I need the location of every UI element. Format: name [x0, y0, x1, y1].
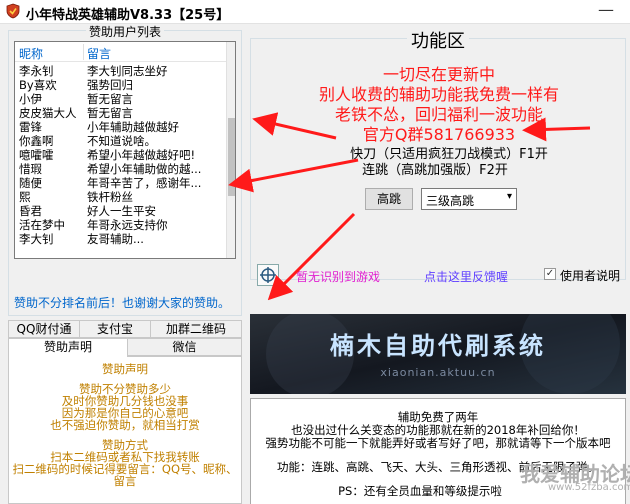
sponsor-name: 随便	[19, 176, 42, 190]
table-row[interactable]: 李永钊 李大钊同志坐好	[15, 64, 227, 78]
sponsor-message: 强势回归	[87, 78, 133, 92]
crosshair-tool-icon[interactable]	[257, 264, 279, 286]
help-checkbox[interactable]: ✓	[544, 268, 556, 280]
sponsor-list-scrollbar[interactable]	[226, 42, 235, 258]
statement-line: 也不强迫你赞助，就相当打赏	[50, 418, 200, 432]
function-group-title: 功能区	[251, 27, 625, 53]
sponsor-name: 小伊	[19, 92, 42, 106]
sponsor-name: 李大钊	[19, 232, 54, 246]
app-shield-icon	[6, 3, 20, 19]
help-checkbox-label: 使用者说明	[560, 269, 621, 283]
sponsor-rows: 李永钊 李大钊同志坐好 By喜欢 强势回归 小伊 暂无留言 皮皮猫大人 暂无留言 雷锋 小年辅助越…	[15, 64, 227, 246]
sponsor-message: 年哥辛苦了，感谢年...	[87, 176, 202, 190]
sponsor-name: 惜瑕	[19, 162, 42, 176]
game-status-link[interactable]: 暂无识别到游戏	[296, 268, 380, 285]
sponsor-name: By喜欢	[19, 78, 57, 92]
table-row[interactable]: 昏君 好人一生平安	[15, 204, 227, 218]
sponsor-list-header: 昵称 留言	[15, 42, 227, 62]
column-header-message[interactable]: 留言	[87, 45, 111, 62]
hotkey-jump-line: 连跳（高跳加强版）F2开	[362, 163, 508, 178]
sponsor-name: 皮皮猫大人	[19, 106, 77, 120]
feedback-link[interactable]: 点击这里反馈喔	[424, 268, 508, 285]
sponsor-name: 噫嚯嚯	[19, 148, 54, 162]
sponsor-note: 赞助不分排名前后！也谢谢大家的赞助。	[14, 296, 231, 310]
window-title: 小年特战英雄辅助V8.33【25号】	[26, 8, 230, 23]
sponsor-message: 希望小年辅助做的越...	[87, 162, 202, 176]
sponsor-message: 好人一生平安	[87, 204, 156, 218]
table-row[interactable]: 熙 铁杆粉丝	[15, 190, 227, 204]
table-row[interactable]: 活在梦中 年哥永远支持你	[15, 218, 227, 232]
sponsor-message: 暂无留言	[87, 92, 133, 106]
ad-banner[interactable]: 楠木自助代刷系统 xiaonian.aktuu.cn	[250, 314, 626, 394]
watermark-url: www.52fzba.com	[548, 482, 630, 493]
sponsor-message: 铁杆粉丝	[87, 190, 133, 204]
table-row[interactable]: 噫嚯嚯 希望小年越做越好吧!	[15, 148, 227, 162]
tab-qq-tenpay[interactable]: QQ财付通	[8, 320, 80, 338]
sponsor-message: 不知道说啥。	[87, 134, 156, 148]
sponsor-name: 李永钊	[19, 64, 54, 78]
function-group: 功能区 一切尽在更新中 别人收费的辅助功能我免费一样有 老铁不怂，回归福利一波功…	[250, 31, 626, 280]
tab-alipay[interactable]: 支付宝	[79, 320, 151, 338]
qq-group-line: 官方Q群581766933	[362, 125, 516, 144]
sponsor-name: 昏君	[19, 204, 42, 218]
table-row[interactable]: By喜欢 强势回归	[15, 78, 227, 92]
banner-subtitle: xiaonian.aktuu.cn	[380, 366, 496, 379]
jump-level-select[interactable]: 三级高跳 ▾	[421, 188, 517, 210]
table-row[interactable]: 皮皮猫大人 暂无留言	[15, 106, 227, 120]
tab-group-qrcode[interactable]: 加群二维码	[150, 320, 242, 338]
table-row[interactable]: 惜瑕 希望小年辅助做的越...	[15, 162, 227, 176]
table-row[interactable]: 雷锋 小年辅助越做越好	[15, 120, 227, 134]
sponsor-name: 熙	[19, 190, 31, 204]
jump-level-value: 三级高跳	[426, 194, 475, 208]
sponsor-name: 雷锋	[19, 120, 42, 134]
app-client-area: 赞助用户列表 昵称 留言 李永钊 李大钊同志坐好 By喜欢 强势回归 小伊 暂无留言 皮皮猫…	[0, 24, 630, 504]
sponsor-statement-panel: 赞助声明 赞助不分赞助多少 及时你赞助几分钱也没事 因为那是你自己的心意吧 也不强迫你赞…	[8, 356, 242, 504]
sponsor-list[interactable]: 昵称 留言 李永钊 李大钊同志坐好 By喜欢 强势回归 小伊 暂无留言 皮皮猫大人 暂无留言雷…	[14, 41, 236, 259]
info-line-3: 强势功能不可能一下就能弄好或者写好了吧，那就请等下一个版本吧	[265, 436, 611, 450]
table-row[interactable]: 随便 年哥辛苦了，感谢年...	[15, 176, 227, 190]
scrollbar-thumb[interactable]	[228, 118, 235, 196]
table-row[interactable]: 你鑫啊 不知道说啥。	[15, 134, 227, 148]
column-header-name[interactable]: 昵称	[19, 45, 43, 62]
tab-wechat[interactable]: 微信	[127, 338, 242, 356]
minimize-icon[interactable]: —	[598, 2, 614, 18]
sponsor-message: 小年辅助越做越好	[87, 120, 179, 134]
chevron-down-icon: ▾	[506, 191, 512, 202]
sponsor-message: 李大钊同志坐好	[87, 64, 168, 78]
sponsor-group-title: 赞助用户列表	[9, 23, 241, 40]
table-row[interactable]: 小伊 暂无留言	[15, 92, 227, 106]
tab-sponsor-statement[interactable]: 赞助声明	[8, 338, 128, 357]
banner-title: 楠木自助代刷系统	[330, 332, 546, 360]
high-jump-button[interactable]: 高跳	[365, 188, 413, 210]
sponsor-list-group: 赞助用户列表 昵称 留言 李永钊 李大钊同志坐好 By喜欢 强势回归 小伊 暂无留言 皮皮猫…	[8, 25, 242, 316]
sponsor-name: 活在梦中	[19, 218, 65, 232]
table-row[interactable]: 李大钊 友哥辅助...	[15, 232, 227, 246]
title-bar: 小年特战英雄辅助V8.33【25号】 —	[0, 0, 630, 24]
sponsor-message: 希望小年越做越好吧!	[87, 148, 196, 162]
statement-line: 赞助声明	[102, 362, 148, 376]
sponsor-name: 你鑫啊	[19, 134, 54, 148]
sponsor-message: 年哥永远支持你	[87, 218, 168, 232]
sponsor-message: 暂无留言	[87, 106, 133, 120]
sponsor-message: 友哥辅助...	[87, 232, 144, 246]
statement-line: 留言	[113, 474, 137, 488]
payment-tabs: QQ财付通 支付宝 加群二维码 赞助声明 微信 赞助声明 赞助不分赞助多少 及时你赞…	[8, 320, 242, 504]
